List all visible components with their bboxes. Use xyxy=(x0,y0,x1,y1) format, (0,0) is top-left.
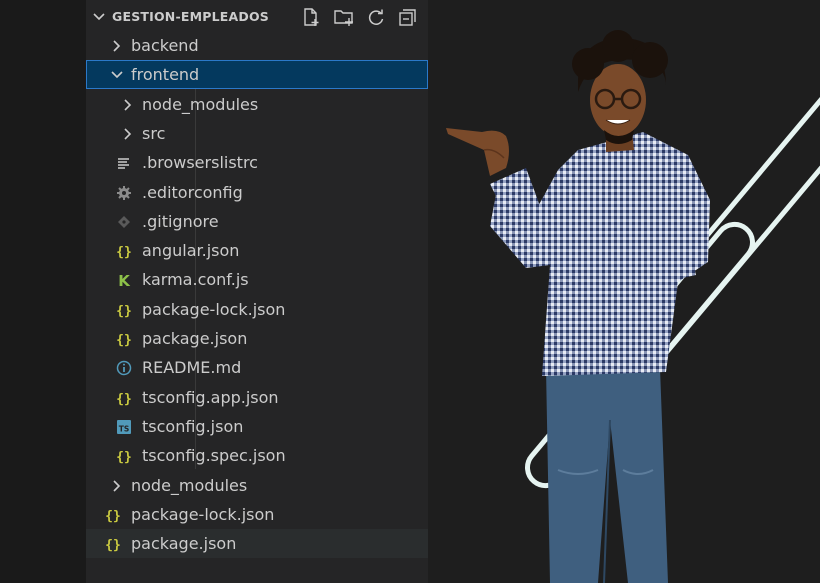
karma-icon: K xyxy=(118,272,131,288)
file-item[interactable]: {} package.json xyxy=(86,324,428,353)
item-label: backend xyxy=(131,36,199,55)
item-label: .gitignore xyxy=(142,211,219,231)
svg-text:{}: {} xyxy=(116,392,132,406)
item-label: package.json xyxy=(142,329,248,348)
workspace-title[interactable]: GESTION-EMPLEADOS xyxy=(112,9,269,24)
file-item[interactable]: {} angular.json xyxy=(86,236,428,265)
file-item[interactable]: {} package.json xyxy=(86,529,428,559)
item-label: tsconfig.json xyxy=(142,416,244,436)
folder-item[interactable]: frontend xyxy=(86,60,428,90)
chevron-right-icon[interactable] xyxy=(120,126,136,142)
refresh-icon[interactable] xyxy=(365,6,387,28)
explorer-header: GESTION-EMPLEADOS xyxy=(86,0,428,34)
chevron-right-icon[interactable] xyxy=(109,478,125,494)
svg-text:{}: {} xyxy=(116,304,132,318)
json-icon: {} xyxy=(116,245,132,259)
item-label: .editorconfig xyxy=(142,182,243,202)
item-label: tsconfig.spec.json xyxy=(142,446,286,466)
gear-icon xyxy=(117,185,131,200)
chevron-down-icon[interactable] xyxy=(109,67,125,83)
person-pointing-illustration xyxy=(446,30,820,583)
git-icon xyxy=(118,215,130,228)
svg-text:TS: TS xyxy=(119,424,130,433)
item-label: package-lock.json xyxy=(131,504,275,524)
chevron-down-icon[interactable] xyxy=(92,10,106,24)
json-icon: {} xyxy=(116,450,132,464)
item-label: tsconfig.app.json xyxy=(142,387,279,407)
file-item[interactable]: Kkarma.conf.js xyxy=(86,265,428,294)
svg-text:{}: {} xyxy=(116,450,132,464)
collapse-all-icon[interactable] xyxy=(397,6,419,28)
new-file-icon[interactable] xyxy=(300,6,322,28)
json-icon: {} xyxy=(105,538,121,552)
file-item[interactable]: .browserslistrc xyxy=(86,148,428,177)
new-folder-icon[interactable] xyxy=(333,6,355,28)
item-label: .browserslistrc xyxy=(142,153,258,173)
folder-item[interactable]: backend xyxy=(86,31,428,60)
folder-item[interactable]: node_modules xyxy=(86,90,428,119)
item-label: node_modules xyxy=(142,94,259,114)
file-item[interactable]: TS tsconfig.json xyxy=(86,412,428,441)
item-label: package-lock.json xyxy=(142,299,286,319)
svg-text:{}: {} xyxy=(105,509,121,523)
svg-text:K: K xyxy=(118,272,131,288)
item-label: angular.json xyxy=(142,241,240,261)
file-item[interactable]: {} tsconfig.app.json xyxy=(86,383,428,412)
explorer-panel: GESTION-EMPLEADOS backend frontend node_mo… xyxy=(86,0,428,583)
file-item[interactable]: {} package-lock.json xyxy=(86,295,428,324)
file-item[interactable]: README.md xyxy=(86,353,428,382)
chevron-right-icon[interactable] xyxy=(109,38,125,54)
item-label: README.md xyxy=(142,358,242,378)
item-label: src xyxy=(142,123,166,143)
folder-item[interactable]: node_modules xyxy=(86,471,428,500)
item-label: karma.conf.js xyxy=(142,270,249,290)
svg-text:{}: {} xyxy=(116,245,132,259)
item-label: package.json xyxy=(131,534,237,554)
json-icon: {} xyxy=(116,392,132,406)
svg-text:{}: {} xyxy=(116,333,132,347)
file-item[interactable]: .editorconfig xyxy=(86,178,428,207)
pointing-hand xyxy=(446,128,509,176)
info-icon xyxy=(116,361,132,376)
file-item[interactable]: {} tsconfig.spec.json xyxy=(86,441,428,470)
file-item[interactable]: .gitignore xyxy=(86,207,428,236)
json-icon: {} xyxy=(105,509,121,523)
item-label: frontend xyxy=(131,65,200,85)
json-icon: {} xyxy=(116,333,132,347)
lines-icon xyxy=(118,158,129,169)
ts-icon: TS xyxy=(117,419,131,434)
chevron-right-icon[interactable] xyxy=(120,97,136,113)
file-item[interactable]: {} package-lock.json xyxy=(86,500,428,529)
folder-item[interactable]: src xyxy=(86,119,428,148)
svg-text:{}: {} xyxy=(105,538,121,552)
activity-bar-edge xyxy=(0,0,86,583)
item-label: node_modules xyxy=(131,475,248,495)
json-icon: {} xyxy=(116,304,132,318)
